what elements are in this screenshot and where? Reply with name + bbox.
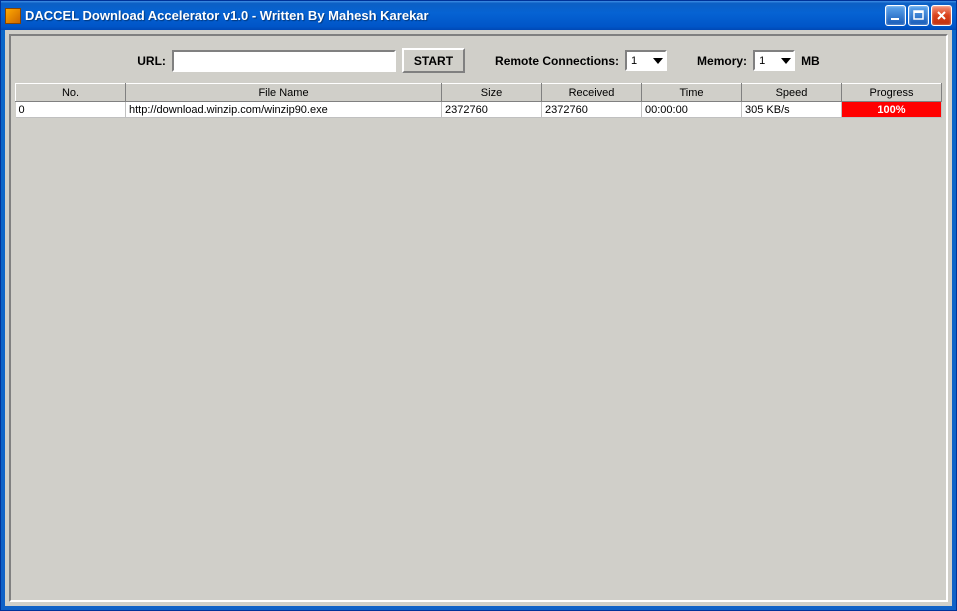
col-header-progress[interactable]: Progress xyxy=(842,84,942,102)
maximize-button[interactable] xyxy=(908,5,929,26)
url-label: URL: xyxy=(137,54,166,68)
client-area: URL: START Remote Connections: 1 Memory:… xyxy=(5,30,952,606)
cell-time: 00:00:00 xyxy=(642,102,742,118)
window-controls xyxy=(885,5,952,26)
cell-progress: 100% xyxy=(842,102,942,118)
remote-connections-dropdown[interactable]: 1 xyxy=(625,50,667,71)
minimize-icon xyxy=(889,9,902,22)
minimize-button[interactable] xyxy=(885,5,906,26)
col-header-speed[interactable]: Speed xyxy=(742,84,842,102)
close-button[interactable] xyxy=(931,5,952,26)
downloads-table: No. File Name Size Received Time Speed P… xyxy=(15,83,942,118)
col-header-received[interactable]: Received xyxy=(542,84,642,102)
remote-connections-value: 1 xyxy=(631,55,637,67)
main-panel: URL: START Remote Connections: 1 Memory:… xyxy=(9,34,948,602)
cell-file: http://download.winzip.com/winzip90.exe xyxy=(126,102,442,118)
memory-value: 1 xyxy=(759,55,765,67)
cell-speed: 305 KB/s xyxy=(742,102,842,118)
maximize-icon xyxy=(912,9,925,22)
app-icon xyxy=(5,8,21,24)
toolbar: URL: START Remote Connections: 1 Memory:… xyxy=(15,48,942,73)
col-header-time[interactable]: Time xyxy=(642,84,742,102)
memory-unit-label: MB xyxy=(801,54,820,68)
cell-received: 2372760 xyxy=(542,102,642,118)
url-input[interactable] xyxy=(172,50,396,72)
memory-label: Memory: xyxy=(697,54,747,68)
col-header-size[interactable]: Size xyxy=(442,84,542,102)
cell-no: 0 xyxy=(16,102,126,118)
window-title: DACCEL Download Accelerator v1.0 - Writt… xyxy=(25,8,885,23)
col-header-no[interactable]: No. xyxy=(16,84,126,102)
app-window: DACCEL Download Accelerator v1.0 - Writt… xyxy=(0,0,957,611)
remote-connections-label: Remote Connections: xyxy=(495,54,619,68)
memory-dropdown[interactable]: 1 xyxy=(753,50,795,71)
close-icon xyxy=(935,9,948,22)
chevron-down-icon xyxy=(653,58,663,64)
titlebar[interactable]: DACCEL Download Accelerator v1.0 - Writt… xyxy=(1,1,956,30)
downloads-table-wrap: No. File Name Size Received Time Speed P… xyxy=(15,83,942,118)
table-row[interactable]: 0 http://download.winzip.com/winzip90.ex… xyxy=(16,102,942,118)
table-header-row: No. File Name Size Received Time Speed P… xyxy=(16,84,942,102)
chevron-down-icon xyxy=(781,58,791,64)
col-header-file[interactable]: File Name xyxy=(126,84,442,102)
cell-size: 2372760 xyxy=(442,102,542,118)
start-button[interactable]: START xyxy=(402,48,465,73)
